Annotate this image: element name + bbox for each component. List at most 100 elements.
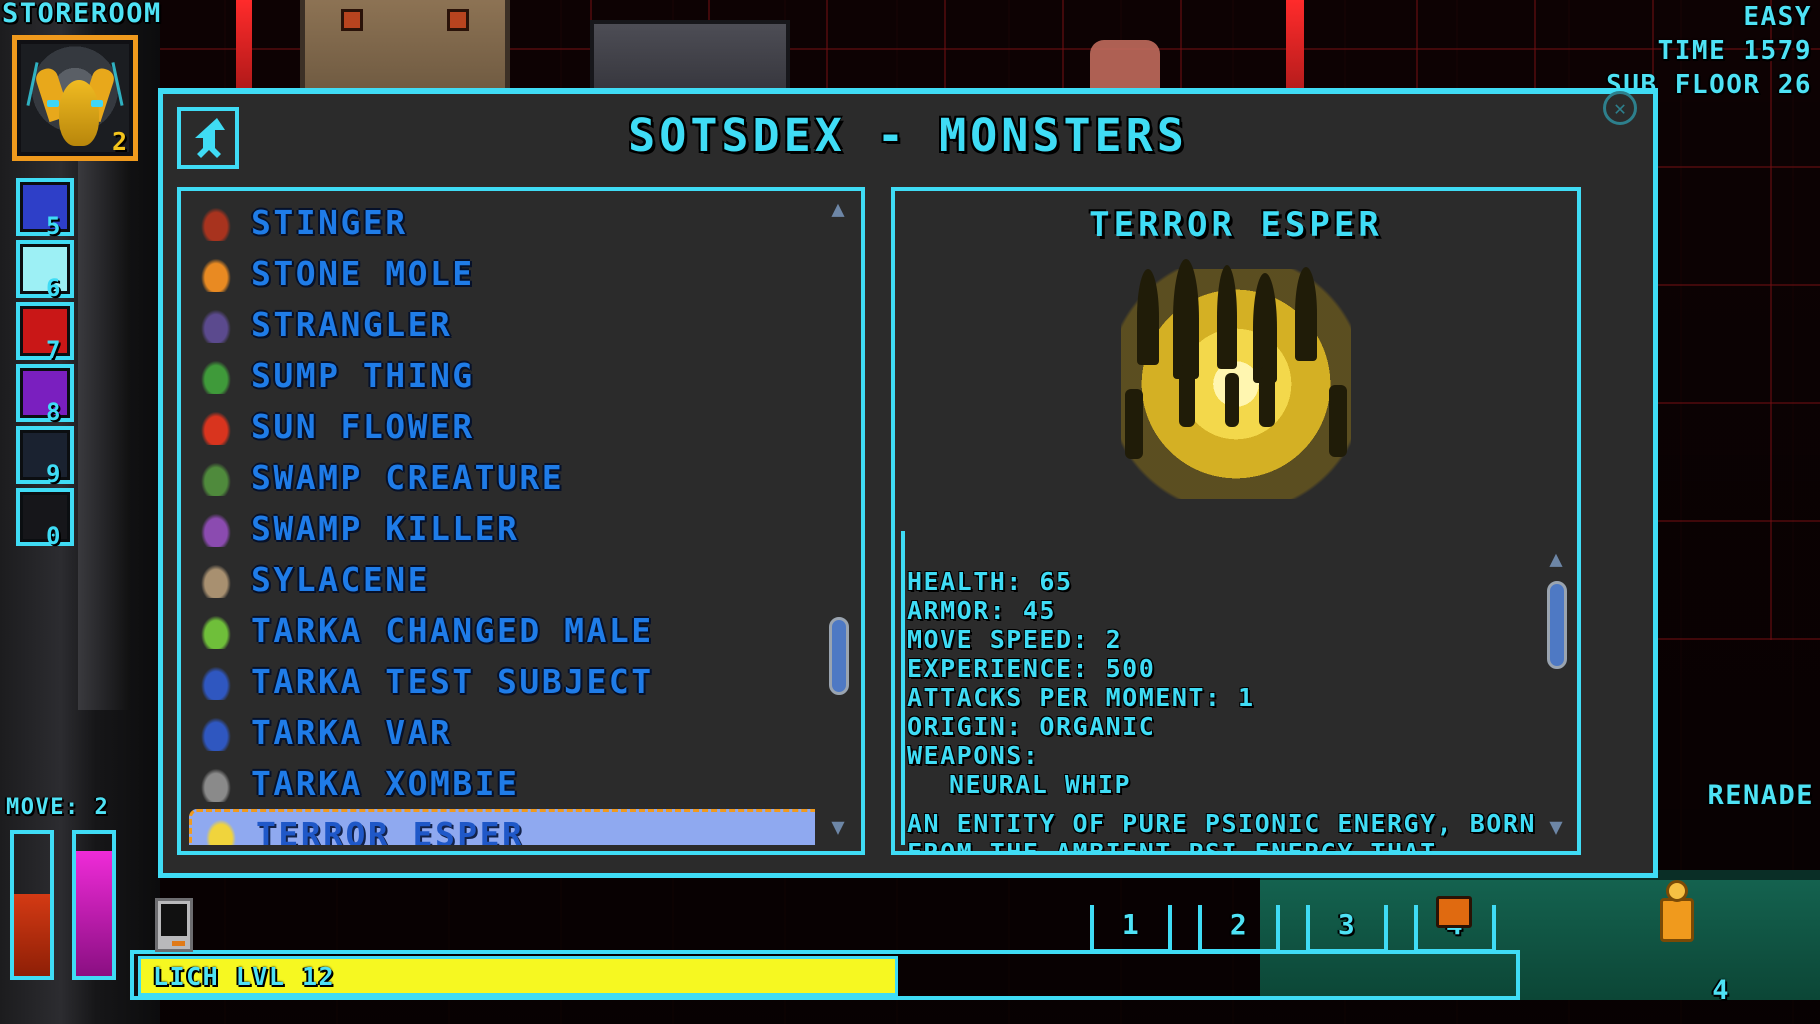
list-item-label: SUMP THING xyxy=(251,356,475,395)
grenade-label: RENADE xyxy=(1707,780,1814,811)
device-icon[interactable] xyxy=(155,898,193,952)
list-item-label: TERROR ESPER xyxy=(256,815,525,845)
description-line: AN ENTITY OF PURE PSIONIC ENERGY, BORN xyxy=(907,809,1536,838)
list-item-label: SWAMP KILLER xyxy=(251,509,520,548)
list-item-label: TARKA CHANGED MALE xyxy=(251,611,654,650)
stat-line: MOVE SPEED: 2 xyxy=(907,625,1123,654)
hotbar-slot-0[interactable] xyxy=(16,488,74,546)
chevron-down-icon[interactable]: ▼ xyxy=(825,817,851,843)
time-label: TIME 1579 xyxy=(1657,36,1812,66)
list-item-label: STONE MOLE xyxy=(251,254,475,293)
tarka-test-subject-sprite xyxy=(199,663,233,700)
detail-scroll-thumb[interactable] xyxy=(1547,581,1567,669)
monster-list-panel: STINGER STONE MOLE STRANGLER SUMP THING SUN … xyxy=(177,187,865,855)
chevron-up-icon[interactable]: ▲ xyxy=(1543,549,1569,575)
detail-left-rule xyxy=(901,531,905,845)
hud-left-column: STOREROOM 2 5 6 7 8 9 0 MOVE: 2 xyxy=(0,0,160,1024)
difficulty-label: EASY xyxy=(1743,2,1812,32)
swamp-creature-sprite xyxy=(199,459,233,496)
list-item[interactable]: SYLACENE xyxy=(187,554,815,605)
hotbar-number-8: 8 xyxy=(46,398,61,426)
list-item[interactable]: TARKA TEST SUBJECT xyxy=(187,656,815,707)
ground-item-sprite xyxy=(1430,890,1478,934)
list-item[interactable]: SWAMP KILLER xyxy=(187,503,815,554)
dialog-top-accent xyxy=(158,88,1658,94)
list-item-label: TARKA TEST SUBJECT xyxy=(251,662,654,701)
hotbar-slot-5[interactable] xyxy=(16,178,74,236)
stat-line: NEURAL WHIP xyxy=(949,770,1132,799)
tarka-var-sprite xyxy=(199,714,233,751)
enemy-health-bar: LICH LVL 12 xyxy=(138,956,898,996)
list-item[interactable]: TARKA VAR xyxy=(187,707,815,758)
portrait-count-badge: 2 xyxy=(111,127,127,156)
hotbar-number-0: 0 xyxy=(46,522,61,550)
move-points-label: MOVE: 2 xyxy=(6,795,110,820)
keycap-label-2: 2 xyxy=(1229,908,1249,941)
health-vial xyxy=(10,830,54,980)
hotbar-slot-8[interactable] xyxy=(16,364,74,422)
monster-stats: HEALTH: 65 ARMOR: 45 MOVE SPEED: 2 EXPERIEN… xyxy=(907,567,1523,799)
hotbar-slot-7[interactable] xyxy=(16,302,74,360)
list-item[interactable]: TARKA CHANGED MALE xyxy=(187,605,815,656)
stat-line: EXPERIENCE: 500 xyxy=(907,654,1156,683)
chevron-up-icon[interactable]: ▲ xyxy=(825,199,851,225)
stat-line: WEAPONS: xyxy=(907,741,1040,770)
hotbar-slot-9[interactable] xyxy=(16,426,74,484)
chevron-down-icon[interactable]: ▼ xyxy=(1543,817,1569,843)
list-item-label: STINGER xyxy=(251,203,408,242)
list-item[interactable]: STINGER xyxy=(187,197,815,248)
tarka-xombie-sprite xyxy=(199,765,233,802)
list-item-label: SYLACENE xyxy=(251,560,430,599)
detail-scrollbar[interactable]: ▲ ▼ xyxy=(1541,549,1571,843)
sun-flower-sprite xyxy=(199,408,233,445)
terror-esper-portrait xyxy=(1121,259,1351,499)
list-item[interactable]: TARKA XOMBIE xyxy=(187,758,815,809)
stat-line: ARMOR: 45 xyxy=(907,596,1056,625)
tarka-changed-male-sprite xyxy=(199,612,233,649)
description-line: FROM THE AMBIENT PSI-ENERGY THAT xyxy=(907,838,1523,851)
terror-esper-sprite xyxy=(204,816,238,845)
list-scrollbar[interactable]: ▲ ▼ xyxy=(823,199,853,843)
hotbar-number-5: 5 xyxy=(46,212,61,240)
list-item-label: SUN FLOWER xyxy=(251,407,475,446)
hotbar-number-9: 9 xyxy=(46,460,61,488)
close-icon[interactable]: ✕ xyxy=(1603,91,1637,125)
player-avatar-sprite xyxy=(1654,880,1700,950)
list-item-label: TARKA XOMBIE xyxy=(251,764,520,803)
grenade-count: 4 xyxy=(1712,975,1730,1006)
room-name-label: STOREROOM xyxy=(2,0,162,29)
monster-detail-panel: TERROR ESPER HEALTH: 65 ARMOR: 45 MOVE SPE… xyxy=(891,187,1581,855)
energy-vial xyxy=(72,830,116,980)
sylacene-sprite xyxy=(199,561,233,598)
list-item[interactable]: SWAMP CREATURE xyxy=(187,452,815,503)
list-item[interactable]: SUN FLOWER xyxy=(187,401,815,452)
keycap-label-1: 1 xyxy=(1121,908,1141,941)
list-item-label: SWAMP CREATURE xyxy=(251,458,565,497)
keycap-label-3: 3 xyxy=(1337,908,1357,941)
monster-detail-title: TERROR ESPER xyxy=(1089,205,1383,245)
hotbar-slot-6[interactable] xyxy=(16,240,74,298)
player-portrait-slot[interactable]: 2 xyxy=(12,35,138,161)
strangler-sprite xyxy=(199,306,233,343)
list-item[interactable]: STRANGLER xyxy=(187,299,815,350)
stinger-sprite xyxy=(199,204,233,241)
list-scroll-thumb[interactable] xyxy=(829,617,849,695)
eye-icon xyxy=(47,100,59,107)
list-item[interactable]: TERROR ESPER xyxy=(189,809,815,845)
list-item-label: STRANGLER xyxy=(251,305,453,344)
monster-description: AN ENTITY OF PURE PSIONIC ENERGY, BORNFR… xyxy=(907,809,1536,851)
monster-list[interactable]: STINGER STONE MOLE STRANGLER SUMP THING SUN … xyxy=(187,197,815,845)
eye-icon xyxy=(91,100,103,107)
swamp-killer-sprite xyxy=(199,510,233,547)
sump-thing-sprite xyxy=(199,357,233,394)
list-item[interactable]: SUMP THING xyxy=(187,350,815,401)
stat-line: ORIGIN: ORGANIC xyxy=(907,712,1156,741)
stat-line: ATTACKS PER MOMENT: 1 xyxy=(907,683,1255,712)
enemy-name-label: LICH LVL 12 xyxy=(153,961,336,991)
sotsdex-dialog: SOTSDEX - MONSTERS ✕ STINGER STONE MOLE ST… xyxy=(158,88,1658,878)
face-icon xyxy=(59,80,99,146)
stat-line: HEALTH: 65 xyxy=(907,567,1073,596)
list-item[interactable]: STONE MOLE xyxy=(187,248,815,299)
hotbar-number-7: 7 xyxy=(46,336,61,364)
hotbar-number-6: 6 xyxy=(46,274,61,302)
